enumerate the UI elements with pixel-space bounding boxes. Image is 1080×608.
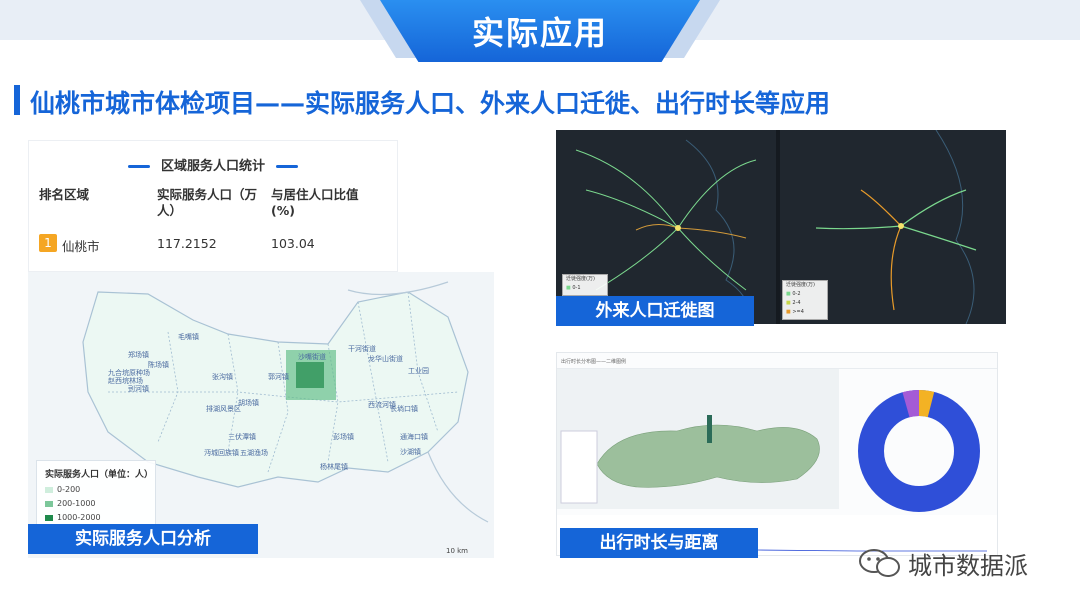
page-title: 实际应用 [471,14,608,52]
top-banner: 实际应用 [0,0,1080,62]
coast-right [935,130,975,324]
migration-legend-right-title: 迁徙强度(万) [786,282,815,288]
legend-item-3: 1000-2000 [45,513,101,522]
title-deco-left-icon [128,165,151,168]
watermark-text: 城市数据派 [908,552,1028,580]
map-legend: 实际服务人口（单位：人） 0-200 200-1000 1000-2000 [36,460,156,534]
place-label-5: 彭场镇 [333,433,354,441]
place-label-22: 赵西垸林场 [108,377,143,385]
section-heading: 仙桃市城市体检项目——实际服务人口、外来人口迁徙、出行时长等应用 [30,89,831,118]
legend-swatch-1 [45,486,53,493]
legend-item-2: 200-1000 [45,499,96,508]
population-stats-table: 区域服务人口统计 排名区域 实际服务人口（万 人） 与居住人口比值 (%) 1 … [28,140,398,272]
map-scale: 10 km [446,547,469,555]
panel-divider [776,130,780,324]
wechat-logo-icon [859,549,900,577]
place-label-16: 沔城回族镇 [204,449,239,457]
place-label-11: 陈场镇 [148,361,169,369]
stats-title: 区域服务人口统计 [160,159,265,174]
column-header-region: 排名区域 [39,187,90,202]
place-label-10: 西流河镇 [368,401,396,409]
place-label-8: 沙湖镇 [400,448,421,456]
travel-caption: 出行时长与距离 [560,528,758,558]
place-label-6: 胡场镇 [238,399,259,407]
title-deco-right-icon [275,165,298,168]
service-population-map: 剅河镇 郑场镇 张沟镇 毛嘴镇 彭场镇 胡场镇 杨林尾镇 沙湖镇 长埫口镇 西流… [28,272,494,558]
legend-swatch-3 [45,514,53,521]
place-label-17: 排湖风景区 [206,405,241,413]
travel-header-text: 出行时长分布图——二维图例 [561,359,627,365]
migration-legend-right-item-3: ■ >=4 [786,309,804,315]
urban-core-dense [296,362,324,388]
cell-population: 117.2152 [157,236,217,251]
legend-label-3: 1000-2000 [57,513,101,522]
place-label-3: 张沟镇 [212,373,233,381]
column-header-ratio: 与居住人口比值 (%) [271,187,359,218]
flow-lines-left [575,149,757,291]
legend-label-1: 0-200 [57,485,81,494]
place-label-12: 通海口镇 [400,433,428,441]
place-label-4: 毛嘴镇 [178,333,199,341]
legend-title: 实际服务人口（单位：人） [45,470,154,480]
donut-slice-orange [918,389,935,418]
terrain-spike [707,415,712,443]
travel-header: 出行时长分布图——二维图例 [557,353,997,369]
migration-legend-right-item-1: ■ 0-2 [786,291,801,297]
service-map-caption: 实际服务人口分析 [28,524,258,554]
legend-item-1: 0-200 [45,485,80,494]
donut-slice-purple [902,390,920,418]
migration-legend-left-item: ■ 0-1 [566,285,581,291]
place-label-2: 郑场镇 [128,351,149,359]
column-header-population: 实际服务人口（万 人） [157,187,258,218]
place-label-18: 五湖渔场 [240,449,268,457]
migration-legend-left: 迁徙强度(万) ■ 0-1 [562,274,608,296]
place-label-14: 三伏潭镇 [228,433,256,441]
legend-swatch-2 [45,500,53,507]
place-label-15: 干河街道 [348,345,376,353]
flow-lines-right [815,189,977,311]
place-label-19: 沙嘴街道 [298,353,326,361]
migration-legend-right-item-2: ■ 2-4 [786,300,801,306]
travel-dashboard: 出行时长分布图——二维图例 [556,352,998,556]
place-label-23: 工业园 [408,367,429,375]
donut-bg [858,390,980,512]
migration-legend-right: 迁徙强度(万) ■ 0-2 ■ 2-4 ■ >=4 [782,280,828,320]
flow-origin-right [898,223,904,229]
cell-ratio: 103.04 [271,236,315,251]
terrain-legend-box [560,430,598,504]
cell-region: 仙桃市 [62,239,100,254]
migration-caption: 外来人口迁徙图 [556,296,754,326]
rank-badge: 1 [39,234,57,252]
place-label-7: 杨林尾镇 [320,463,348,471]
legend-label-2: 200-1000 [57,499,96,508]
migration-maps: 迁徙强度(万) ■ 0-1 迁徙强度(万) ■ 0-2 ■ 2-4 ■ >=4 [556,130,1006,324]
place-label-20: 龙华山街道 [368,355,403,363]
place-label-13: 郭河镇 [268,373,289,381]
flow-origin-left [675,225,681,231]
heading-accent-bar [14,85,20,115]
wechat-watermark: 城市数据派 [854,545,1054,580]
migration-svg [575,130,977,324]
stats-title-row: 区域服务人口统计 [29,155,397,174]
migration-legend-left-title: 迁徙强度(万) [566,276,595,282]
